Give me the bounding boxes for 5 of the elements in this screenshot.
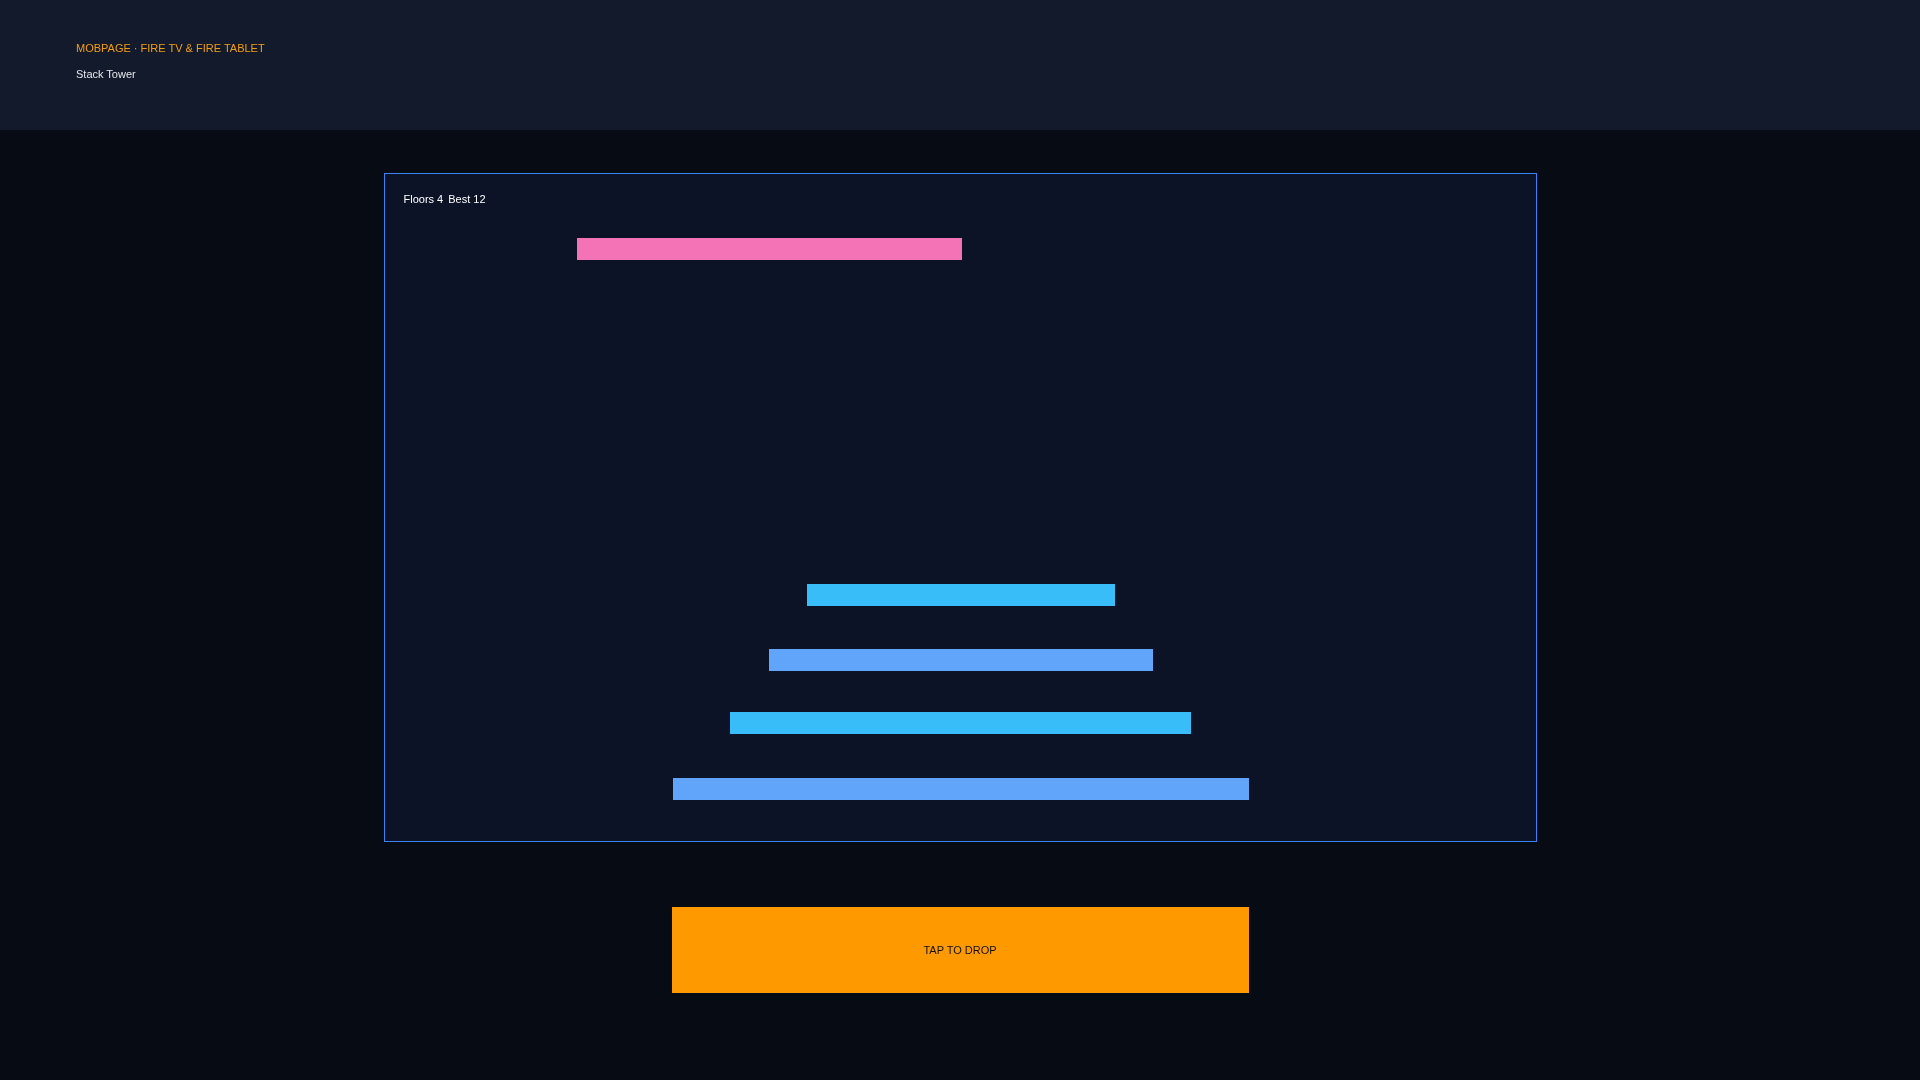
best-score: Best 12 (448, 193, 486, 205)
floors-count: Floors 4 (403, 193, 444, 205)
page-title: Stack Tower (76, 68, 136, 80)
brand-label: MOBPAGE · FIRE TV & FIRE TABLET (76, 42, 265, 54)
drop-button[interactable]: TAP TO DROP (671, 907, 1249, 993)
